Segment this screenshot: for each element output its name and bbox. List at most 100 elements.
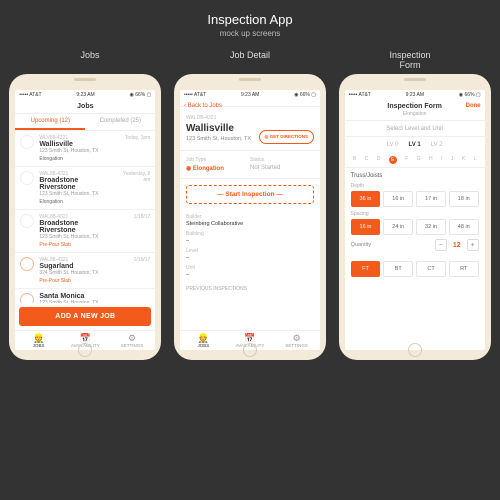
job-type-icon	[20, 171, 34, 185]
unit-ft[interactable]: FT	[351, 261, 381, 277]
level-option[interactable]: LV 0	[387, 142, 399, 148]
get-directions-button[interactable]: ◎ GET DIRECTIONS	[259, 130, 314, 144]
select-level-label: Select Level and Unit	[345, 121, 485, 137]
alpha-j[interactable]: J	[451, 156, 454, 164]
depth-18[interactable]: 18 in	[449, 191, 479, 207]
level-option-selected[interactable]: LV 1	[409, 142, 421, 148]
job-row[interactable]: WAL88-4321 Broadstone Riverstone 123 Smi…	[15, 210, 155, 253]
tab-jobs[interactable]: 👷JOBS	[15, 331, 62, 350]
status-time: 9:23 AM	[76, 92, 94, 98]
level-option[interactable]: LV 2	[431, 142, 443, 148]
unit-ct[interactable]: CT	[416, 261, 446, 277]
job-name: Santa Monica	[39, 293, 150, 300]
job-type-icon	[20, 214, 34, 228]
depth-36[interactable]: 36 in	[351, 191, 381, 207]
calendar-icon: 📅	[62, 334, 109, 343]
unit-bt[interactable]: BT	[383, 261, 413, 277]
jobtype-value: ◉ Elongation	[186, 165, 250, 172]
detail-navbar: ‹ Back to Jobs	[180, 100, 320, 107]
label-jobs: Jobs	[15, 50, 165, 70]
quantity-label: Quantity	[351, 242, 371, 248]
alpha-d[interactable]: D	[377, 156, 381, 164]
depth-label: Depth	[351, 183, 479, 189]
job-row[interactable]: WAL88-4321 Broadstone Riverstone 123 Smi…	[15, 167, 155, 210]
alpha-i[interactable]: I	[441, 156, 442, 164]
tab-upcoming[interactable]: Upcoming (12)	[15, 114, 85, 130]
job-date: Today, 1pm	[120, 135, 150, 162]
quantity-row: Quantity − 12 +	[351, 235, 479, 255]
status-carrier: ••••• AT&T	[19, 92, 41, 98]
tab-bar: 👷JOBS 📅AVAILABILITY ⚙SETTINGS	[15, 330, 155, 350]
alpha-l[interactable]: L	[474, 156, 477, 164]
depth-17[interactable]: 17 in	[416, 191, 446, 207]
job-type-icon	[20, 135, 34, 149]
label-form: InspectionForm	[335, 50, 485, 70]
job-type: Pre-Pour Slab	[39, 278, 115, 284]
tab-label: SETTINGS	[109, 343, 156, 348]
tab-label: JOBS	[15, 343, 62, 348]
detail-screen: ••••• AT&T 9:23 AM ◉ 66% ▢ ‹ Back to Job…	[180, 90, 320, 350]
tab-jobs[interactable]: 👷JOBS	[180, 331, 227, 350]
job-row[interactable]: WLV88-4221 Wallisville 123 Smith St, Hou…	[15, 131, 155, 167]
phones-row: ••••• AT&T 9:23 AM ◉ 66% ▢ Jobs Upcoming…	[0, 74, 500, 370]
hardhat-icon: 👷	[15, 334, 62, 343]
alpha-k[interactable]: K	[462, 156, 465, 164]
qty-plus-button[interactable]: +	[467, 239, 479, 251]
qty-value: 12	[453, 242, 461, 249]
job-row[interactable]: WAL88-4321 Sugarland 324 Smith St, Houst…	[15, 253, 155, 289]
job-address: 123 Smith St, Houston, TX	[39, 300, 150, 303]
spacing-48[interactable]: 48 in	[449, 219, 479, 235]
level-value: –	[186, 255, 314, 261]
form-section: Truss/Joists Depth 36 in 16 in 17 in 18 …	[345, 168, 485, 282]
calendar-icon: 📅	[227, 334, 274, 343]
job-type-icon	[20, 257, 34, 271]
spacing-24[interactable]: 24 in	[383, 219, 413, 235]
job-name: Wallisville	[39, 141, 115, 148]
depth-chips: 36 in 16 in 17 in 18 in	[351, 191, 479, 207]
qty-minus-button[interactable]: −	[435, 239, 447, 251]
status-carrier: ••••• AT&T	[349, 92, 371, 98]
tab-settings[interactable]: ⚙SETTINGS	[273, 331, 320, 350]
alpha-g[interactable]: G	[417, 156, 421, 164]
jobs-navbar: Jobs	[15, 100, 155, 114]
builder-label: Builder	[186, 214, 314, 220]
tab-availability[interactable]: 📅AVAILABILITY	[227, 331, 274, 350]
alpha-h[interactable]: H	[429, 156, 433, 164]
previous-inspections-label: PREVIOUS INSPECTIONS	[180, 282, 320, 292]
form-title: Inspection Form	[349, 103, 481, 110]
tab-completed[interactable]: Completed (25)	[85, 114, 155, 130]
status-value: Not Started	[250, 165, 314, 171]
add-job-button[interactable]: ADD A NEW JOB	[19, 307, 151, 326]
form-navbar: Inspection Form Elongation Done	[345, 100, 485, 121]
job-type-icon	[20, 293, 34, 303]
alpha-e-selected[interactable]: E	[389, 156, 397, 164]
tab-availability[interactable]: 📅AVAILABILITY	[62, 331, 109, 350]
spacing-32[interactable]: 32 in	[416, 219, 446, 235]
status-battery: ◉ 66% ▢	[459, 92, 481, 98]
job-row[interactable]: Santa Monica 123 Smith St, Houston, TX F…	[15, 289, 155, 303]
alpha-b[interactable]: B	[353, 156, 356, 164]
unit-alpha-picker[interactable]: B C D E F G H I J K L	[345, 153, 485, 168]
start-inspection-button[interactable]: — Start Inspection —	[186, 185, 314, 204]
spacing-16[interactable]: 16 in	[351, 219, 381, 235]
level-label: Level	[186, 248, 314, 254]
tab-label: JOBS	[180, 343, 227, 348]
tab-label: SETTINGS	[273, 343, 320, 348]
done-button[interactable]: Done	[466, 103, 481, 109]
phone-jobs: ••••• AT&T 9:23 AM ◉ 66% ▢ Jobs Upcoming…	[9, 74, 161, 360]
jobs-list[interactable]: WLV88-4221 Wallisville 123 Smith St, Hou…	[15, 131, 155, 303]
unit-rt[interactable]: RT	[449, 261, 479, 277]
gear-icon: ⚙	[273, 334, 320, 343]
job-type: Pre-Pour Slab	[39, 242, 115, 248]
tab-settings[interactable]: ⚙SETTINGS	[109, 331, 156, 350]
jobs-title: Jobs	[77, 103, 93, 110]
alpha-f[interactable]: F	[405, 156, 408, 164]
label-detail: Job Detail	[175, 50, 325, 70]
alpha-c[interactable]: C	[365, 156, 369, 164]
tab-label: AVAILABILITY	[227, 343, 274, 348]
level-picker[interactable]: LV 0 LV 1 LV 2	[345, 137, 485, 153]
job-address: 324 Smith St, Houston, TX	[39, 270, 115, 276]
builder-value: Steinberg Collaborative	[186, 221, 314, 227]
depth-16[interactable]: 16 in	[383, 191, 413, 207]
detail-header: WALDB-4221 Wallisville 123 Smith St, Hou…	[180, 107, 320, 151]
